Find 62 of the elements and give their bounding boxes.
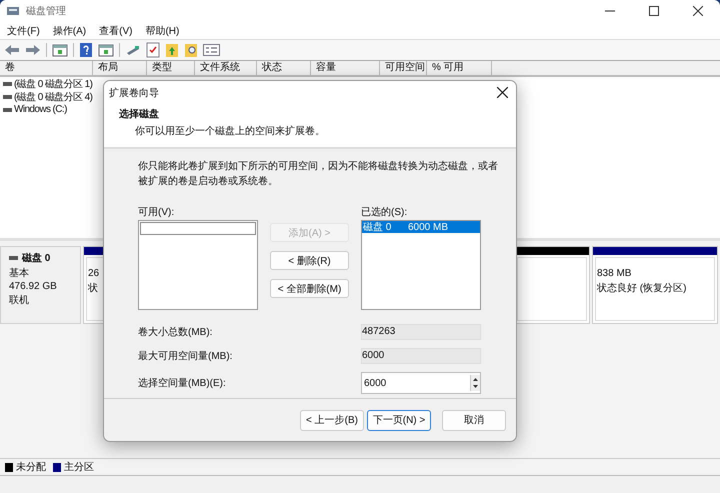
- table-cell-text: (磁盘 0 磁盘分区 4): [14, 90, 92, 104]
- column-header[interactable]: 布局: [93, 61, 147, 75]
- column-header[interactable]: % 可用: [427, 61, 492, 75]
- column-header[interactable]: 容量: [311, 61, 380, 75]
- checklist-icon[interactable]: [146, 42, 160, 58]
- disk-size: 476.92 GB: [9, 281, 58, 292]
- wizard-button[interactable]: 取消: [442, 410, 506, 430]
- folder-up-icon[interactable]: [165, 42, 179, 58]
- column-header[interactable]: 类型: [147, 61, 195, 75]
- disk-status: 联机: [9, 294, 30, 307]
- partition-text: 状态良好 (恢复分区): [597, 282, 686, 295]
- menu-item[interactable]: 查看(V): [99, 24, 132, 38]
- partition-block[interactable]: 838 MB 状态良好 (恢复分区): [592, 246, 718, 324]
- column-header[interactable]: 状态: [257, 61, 311, 75]
- field-label: 最大可用空间量(MB):: [138, 350, 234, 363]
- forward-icon[interactable]: [25, 43, 41, 57]
- field-label: 卷大小总数(MB):: [138, 326, 214, 339]
- menu-item[interactable]: 帮助(H): [145, 24, 180, 38]
- partition-text: 26: [88, 268, 100, 279]
- window-title: 磁盘管理: [26, 5, 66, 18]
- disk-name: 磁盘 0: [22, 252, 50, 265]
- legend-label: 主分区: [64, 460, 94, 474]
- close-icon[interactable]: [693, 6, 703, 16]
- partition-text: 状: [88, 282, 98, 295]
- help-icon[interactable]: [79, 42, 93, 58]
- folder-search-icon[interactable]: [184, 42, 198, 58]
- back-icon[interactable]: [4, 43, 20, 57]
- table-cell: Windows (C:): [14, 104, 67, 115]
- partition-block[interactable]: [514, 246, 590, 324]
- focus-row[interactable]: [140, 222, 256, 235]
- wizard-button[interactable]: < 上一步(B): [300, 410, 364, 430]
- disk-type: 基本: [9, 266, 30, 280]
- dialog-title: 扩展卷向导: [109, 86, 159, 100]
- list-label: 已选的(S):: [361, 206, 408, 217]
- menu-item[interactable]: 文件(F): [7, 24, 40, 38]
- panel-icon[interactable]: [52, 43, 68, 57]
- menu-item[interactable]: 操作(A): [52, 24, 86, 38]
- drive-icon[interactable]: [125, 43, 141, 57]
- step-description: 你可以用至少一个磁盘上的空间来扩展卷。: [134, 124, 326, 138]
- partition-text: 838 MB: [597, 268, 632, 279]
- list-move-button[interactable]: < 全部删除(M): [270, 279, 349, 298]
- panel-icon[interactable]: [98, 43, 114, 57]
- column-header[interactable]: 卷: [0, 61, 93, 75]
- info-text: 你只能将此卷扩展到如下所示的可用空间，因为不能将磁盘转换为动态磁盘，或者被扩展的卷是启动卷或系统卷。: [138, 160, 498, 189]
- step-heading: 选择磁盘: [119, 108, 160, 121]
- column-header[interactable]: 可用空间: [380, 61, 427, 75]
- close-button[interactable]: [497, 87, 508, 98]
- legend-label: 未分配: [16, 460, 46, 474]
- maximize-icon[interactable]: [649, 6, 659, 16]
- wizard-button[interactable]: 下一页(N) >: [367, 410, 431, 430]
- list-item[interactable]: 磁盘 0 6000 MB: [362, 221, 480, 233]
- number-input[interactable]: 6000: [361, 372, 481, 394]
- list-move-button[interactable]: < 删除(R): [270, 251, 349, 270]
- list-label: 可用(V):: [138, 206, 176, 217]
- readonly-field: 6000: [361, 348, 481, 364]
- table-cell-text: (磁盘 0 磁盘分区 1): [14, 78, 92, 90]
- readonly-field: 487263: [361, 324, 481, 340]
- selected-list[interactable]: 磁盘 0 6000 MB: [361, 220, 481, 310]
- available-list[interactable]: [138, 220, 258, 310]
- column-header[interactable]: 文件系统: [195, 61, 257, 75]
- properties-icon[interactable]: [203, 43, 221, 57]
- field-label: 选择空间量(MB)(E):: [138, 376, 227, 390]
